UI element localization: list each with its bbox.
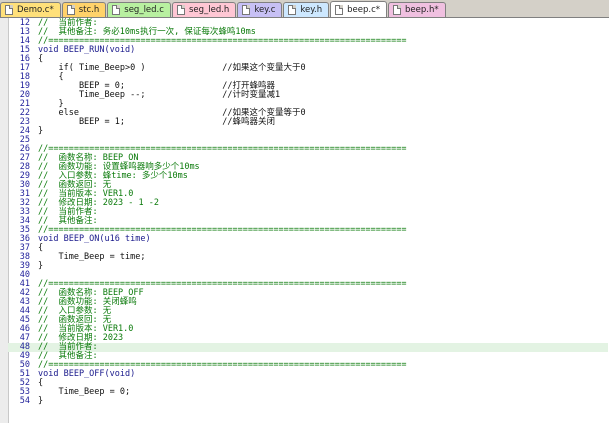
tab-file[interactable]: key.c (237, 2, 283, 17)
fold-marker (30, 253, 38, 262)
file-icon (66, 5, 75, 15)
code-text: } (38, 126, 44, 136)
tab-file[interactable]: seg_led.h (171, 2, 237, 17)
tab-file[interactable]: beep.h* (388, 2, 446, 17)
code-line[interactable]: 24} (8, 127, 608, 136)
tab-label: beep.h* (405, 5, 439, 15)
fold-marker (30, 64, 38, 73)
code-line[interactable]: 36 void BEEP_ON(u16 time) (8, 235, 608, 244)
tab-file[interactable]: key.h (283, 2, 330, 17)
tab-label: stc.h (78, 5, 100, 15)
fold-marker (30, 154, 38, 163)
fold-marker (30, 190, 38, 199)
fold-marker (30, 100, 38, 109)
fold-marker (30, 325, 38, 334)
file-icon (393, 5, 402, 15)
fold-marker (30, 136, 38, 145)
fold-marker (30, 397, 38, 406)
code-line[interactable]: 53 Time_Beep = 0; (8, 388, 608, 397)
code-line[interactable]: 54} (8, 397, 608, 406)
fold-marker (30, 271, 38, 280)
fold-marker (30, 163, 38, 172)
code-line[interactable]: 23 BEEP = 1; //蜂鸣器关闭 (8, 118, 608, 127)
file-icon (176, 5, 185, 15)
fold-marker (30, 127, 38, 136)
tab-label: key.c (254, 5, 276, 15)
fold-marker (30, 280, 38, 289)
file-icon (288, 5, 297, 15)
file-icon (335, 4, 344, 15)
fold-marker (30, 244, 38, 253)
fold-marker (30, 298, 38, 307)
code-line[interactable]: 33// 当前作者: (8, 208, 608, 217)
fold-marker (30, 334, 38, 343)
code-text: void BEEP_RUN(void) (38, 45, 136, 55)
code-text: Time_Beep = 0; (38, 387, 131, 397)
code-text: if( Time_Beep>0 ) //如果这个变量大于0 (38, 63, 306, 73)
fold-marker (30, 82, 38, 91)
fold-marker (30, 37, 38, 46)
fold-marker (30, 109, 38, 118)
code-text: Time_Beep = time; (38, 252, 146, 262)
file-icon (112, 5, 121, 15)
tab-label: beep.c* (347, 4, 381, 15)
code-lines[interactable]: 12// 当前作者: 13// 其他备注: 务必10ms执行一次, 保证每次蜂鸣1… (8, 19, 608, 406)
code-text: void BEEP_OFF(void) (38, 369, 136, 379)
code-line[interactable]: 39} (8, 262, 608, 271)
code-line[interactable]: 32// 修改日期: 2023 - 1 -2 (8, 199, 608, 208)
fold-marker (30, 352, 38, 361)
tab-file[interactable]: Demo.c* (0, 2, 61, 17)
code-line[interactable]: 15 void BEEP_RUN(void) (8, 46, 608, 55)
fold-marker (30, 208, 38, 217)
fold-marker (30, 388, 38, 397)
tab-label: Demo.c* (17, 5, 54, 15)
code-text: } (38, 261, 44, 271)
fold-marker (30, 235, 38, 244)
fold-marker (30, 118, 38, 127)
fold-marker (30, 262, 38, 271)
tab-file[interactable]: seg_led.c (107, 2, 171, 17)
fold-marker (30, 55, 38, 64)
fold-marker (30, 172, 38, 181)
tab-label: seg_led.h (188, 5, 230, 15)
code-editor[interactable]: 12// 当前作者: 13// 其他备注: 务必10ms执行一次, 保证每次蜂鸣1… (0, 18, 609, 423)
file-icon (5, 5, 13, 15)
code-line[interactable]: 48// 当前作者: (8, 343, 608, 352)
fold-marker (30, 226, 38, 235)
code-text: } (38, 396, 44, 406)
file-tab-bar: Demo.c* stc.h seg_led.c seg_led.h key.c key.h… (0, 0, 609, 18)
code-text: BEEP = 1; //蜂鸣器关闭 (38, 117, 275, 127)
tab-label: seg_led.c (124, 5, 164, 15)
fold-marker (30, 316, 38, 325)
tab-label: key.h (300, 5, 323, 15)
fold-marker (30, 289, 38, 298)
fold-marker (30, 370, 38, 379)
fold-marker (30, 361, 38, 370)
fold-marker (30, 28, 38, 37)
code-line[interactable]: 20 Time_Beep --; //计时变量减1 (8, 91, 608, 100)
fold-marker (30, 91, 38, 100)
fold-marker (30, 307, 38, 316)
fold-marker (30, 379, 38, 388)
fold-marker (30, 199, 38, 208)
tab-file[interactable]: stc.h (61, 2, 107, 17)
code-text: Time_Beep --; //计时变量减1 (38, 90, 281, 100)
fold-marker (30, 19, 38, 28)
fold-marker (30, 343, 38, 352)
fold-marker (30, 217, 38, 226)
code-text: void BEEP_ON(u16 time) (38, 234, 151, 244)
fold-marker (30, 73, 38, 82)
fold-marker (30, 46, 38, 55)
fold-marker (30, 181, 38, 190)
code-line[interactable]: 17 if( Time_Beep>0 ) //如果这个变量大于0 (8, 64, 608, 73)
tab-file[interactable]: beep.c* (330, 1, 388, 17)
code-line[interactable]: 51 void BEEP_OFF(void) (8, 370, 608, 379)
line-number: 54 (19, 396, 30, 406)
code-line[interactable]: 38 Time_Beep = time; (8, 253, 608, 262)
code-line[interactable]: 47// 修改日期: 2023 (8, 334, 608, 343)
file-icon (242, 5, 251, 15)
fold-marker (30, 145, 38, 154)
